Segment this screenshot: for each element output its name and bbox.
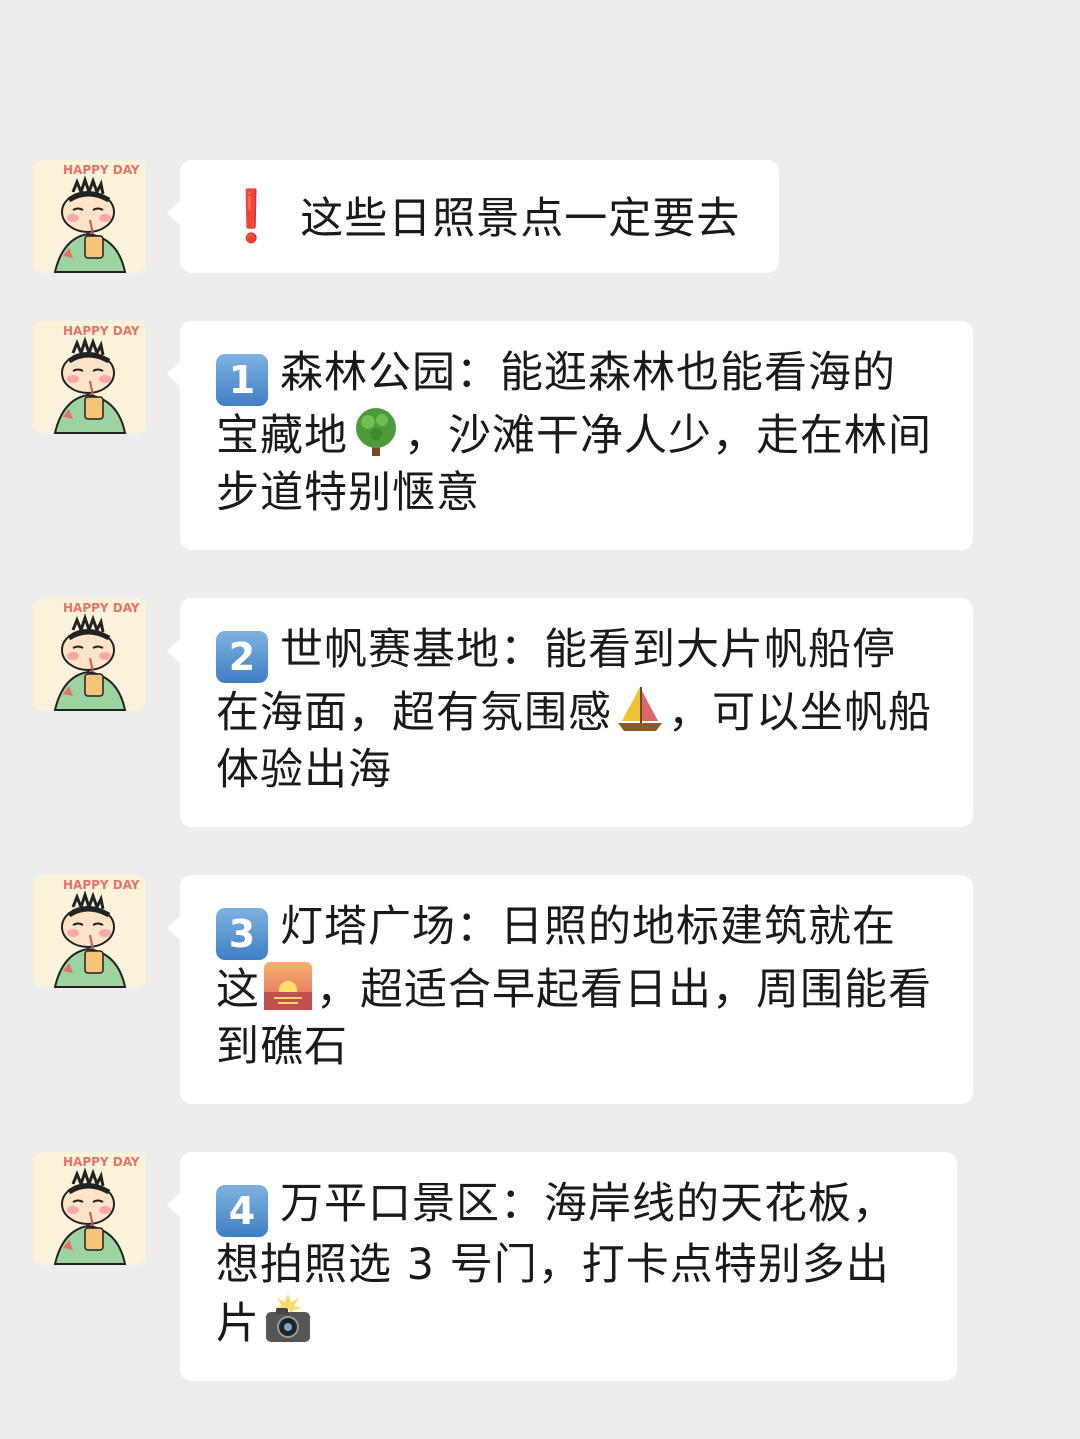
message-bubble[interactable]: 4 万平口景区：海岸线的天花板，想拍照选 3 号门，打卡点特别多出片 bbox=[167, 1152, 957, 1381]
sunrise-icon bbox=[262, 960, 314, 1012]
message-title: 灯塔广场： bbox=[280, 902, 500, 952]
avatar-happy-day-icon: HAPPY DAY bbox=[33, 321, 146, 434]
avatar[interactable]: HAPPY DAY bbox=[33, 321, 146, 434]
avatar-text: HAPPY DAY bbox=[63, 878, 140, 892]
message-title: 森林公园： bbox=[280, 348, 500, 398]
avatar-text: HAPPY DAY bbox=[63, 601, 140, 615]
avatar-happy-day-icon: HAPPY DAY bbox=[33, 160, 146, 273]
message-bubble[interactable]: 2 世帆赛基地：能看到大片帆船停在海面，超有氛围感 ，可以坐帆船体验出海 bbox=[167, 598, 973, 827]
avatar-happy-day-icon: HAPPY DAY bbox=[33, 1152, 146, 1265]
avatar[interactable]: HAPPY DAY bbox=[33, 875, 146, 988]
message-title: 万平口景区： bbox=[280, 1179, 544, 1229]
tree-icon bbox=[350, 406, 402, 458]
avatar-text: HAPPY DAY bbox=[63, 1155, 140, 1169]
avatar-happy-day-icon: HAPPY DAY bbox=[33, 598, 146, 711]
number-badge-icon: 1 bbox=[216, 354, 268, 406]
chat-thread: HAPPY DAY ❗ 这些日照景点一定要去 HAPPY DAY 1 森林公园：… bbox=[0, 0, 1080, 1439]
avatar[interactable]: HAPPY DAY bbox=[33, 160, 146, 273]
message-bubble[interactable]: 1 森林公园：能逛森林也能看海的宝藏地 ，沙滩干净人少，走在林间步道特别惬意 bbox=[167, 321, 973, 550]
avatar-text: HAPPY DAY bbox=[63, 163, 140, 177]
message-bubble[interactable]: ❗ 这些日照景点一定要去 bbox=[167, 160, 779, 273]
number-badge-icon: 2 bbox=[216, 631, 268, 683]
avatar-happy-day-icon: HAPPY DAY bbox=[33, 875, 146, 988]
number-badge-icon: 3 bbox=[216, 908, 268, 960]
message-bubble[interactable]: 3 灯塔广场：日照的地标建筑就在这 ，超适合早起看日出，周围能看到礁石 bbox=[167, 875, 973, 1104]
camera-flash-icon bbox=[262, 1294, 314, 1346]
avatar[interactable]: HAPPY DAY bbox=[33, 598, 146, 711]
avatar-text: HAPPY DAY bbox=[63, 324, 140, 338]
message-text: 这些日照景点一定要去 bbox=[300, 194, 741, 244]
avatar[interactable]: HAPPY DAY bbox=[33, 1152, 146, 1265]
exclamation-icon: ❗ bbox=[220, 187, 283, 245]
message-text-cont: ，超适合早起看日出，周围能看到礁石 bbox=[216, 965, 932, 1072]
sailboat-icon bbox=[614, 683, 666, 735]
message-title: 世帆赛基地： bbox=[280, 625, 544, 675]
number-badge-icon: 4 bbox=[216, 1185, 268, 1237]
